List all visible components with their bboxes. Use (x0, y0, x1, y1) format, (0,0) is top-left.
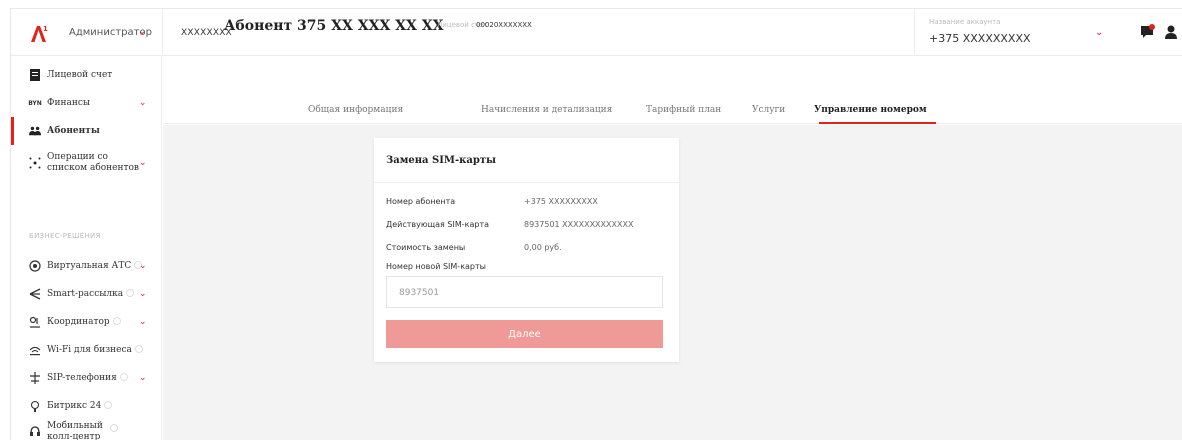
document-icon (29, 69, 41, 81)
svg-text:1: 1 (43, 25, 48, 33)
account-select-value: +375 XXXXXXXXX (929, 32, 1031, 45)
sidebar-item-label: SIP-телефония (47, 373, 128, 384)
info-icon[interactable] (126, 289, 135, 297)
account-select[interactable]: Название аккаунта +375 XXXXXXXXX ⌄ (914, 9, 1124, 56)
coordinator-icon (29, 316, 41, 328)
sidebar-item-coordinator[interactable]: Координатор ⌄ (11, 308, 162, 336)
info-icon[interactable] (134, 345, 143, 353)
sidebar-item-subscribers[interactable]: Абоненты (11, 117, 162, 145)
sidebar-item-label: Финансы (47, 97, 91, 108)
chevron-down-icon[interactable]: ⌄ (138, 26, 146, 37)
wifi-icon (29, 344, 41, 356)
sidebar: Лицевой счет BYN Финансы ⌄ Абоненты Опер… (11, 56, 162, 440)
new-sim-input-value: 8937501 (399, 288, 440, 298)
divider (374, 182, 679, 183)
operations-icon (29, 157, 41, 169)
sidebar-item-virtual-pbx[interactable]: Виртуальная АТС ⌄ (11, 252, 162, 280)
sidebar-item-label: Битрикс 24 (47, 400, 113, 412)
sidebar-item-text: Координатор (47, 316, 110, 327)
chat-icon[interactable] (1138, 23, 1156, 41)
chevron-down-icon[interactable]: ⌄ (1095, 27, 1103, 38)
sidebar-item-text: Виртуальная АТС (47, 260, 132, 271)
chevron-down-icon[interactable]: ⌄ (139, 261, 147, 271)
sidebar-item-bitrix[interactable]: Битрикс 24 (11, 392, 162, 420)
tab-number-management[interactable]: Управление номером (814, 105, 927, 115)
chevron-down-icon[interactable]: ⌄ (139, 98, 147, 108)
section-title: БИЗНЕС-РЕШЕНИЯ (29, 232, 101, 240)
byn-icon: BYN (28, 99, 42, 107)
sidebar-item-operations[interactable]: Операции со списком абонентов ⌄ (11, 147, 162, 179)
chevron-down-icon[interactable]: ⌄ (139, 289, 147, 299)
sidebar-item-label: Wi-Fi для бизнеса (47, 345, 143, 356)
personal-account-value: 00020XXXXXXX (476, 21, 532, 29)
active-tab-underline (819, 122, 936, 124)
broadcast-icon (29, 288, 41, 300)
sip-icon (29, 372, 41, 384)
sidebar-item-label: Абоненты (47, 125, 100, 136)
sidebar-item-label: Smart-рассылка (47, 288, 135, 300)
account-select-label: Название аккаунта (929, 18, 1001, 26)
a1-logo[interactable]: 1 (29, 24, 49, 44)
info-icon[interactable] (112, 317, 121, 325)
row-value: 0,00 руб. (524, 243, 562, 252)
row-value: 8937501 XXXXXXXXXXXXX (524, 220, 634, 229)
sim-replacement-card: Замена SIM-карты Номер абонента +375 XXX… (374, 138, 679, 362)
sidebar-item-callcenter[interactable]: Мобильный колл-центр (11, 418, 162, 440)
new-sim-input[interactable]: 8937501 (386, 276, 663, 308)
sidebar-item-text: Wi-Fi для бизнеса (47, 344, 132, 355)
row-value: +375 XXXXXXXXX (524, 197, 598, 206)
sidebar-item-wifi[interactable]: Wi-Fi для бизнеса (11, 336, 162, 364)
page-title: Абонент 375 XX XXX XX XX (224, 18, 444, 34)
users-icon (29, 125, 41, 137)
tab-services[interactable]: Услуги (752, 105, 785, 115)
chevron-down-icon[interactable]: ⌄ (139, 158, 147, 168)
sidebar-item-sip[interactable]: SIP-телефония ⌄ (11, 364, 162, 392)
tab-tariff-plan[interactable]: Тарифный план (646, 105, 721, 115)
tab-general-info[interactable]: Общая информация (308, 105, 403, 115)
sidebar-item-label: Операции со списком абонентов (47, 152, 139, 173)
sidebar-item-text: SIP-телефония (47, 372, 117, 383)
divider (162, 9, 163, 56)
bitrix-icon (29, 400, 41, 412)
callcenter-icon (29, 426, 41, 438)
sidebar-item-account[interactable]: Лицевой счет (11, 61, 162, 89)
tab-charges[interactable]: Начисления и детализация (481, 105, 612, 115)
phone-station-icon (29, 260, 41, 272)
row-label: Действующая SIM-карта (386, 220, 490, 229)
header: 1 Администратор ⌄ XXXXXXXX Название акка… (11, 9, 1182, 56)
chevron-down-icon[interactable]: ⌄ (139, 317, 147, 327)
info-icon[interactable] (104, 401, 113, 409)
sidebar-item-label: Координатор (47, 317, 121, 328)
info-icon[interactable] (119, 373, 128, 381)
info-icon[interactable] (110, 424, 118, 432)
app-frame: 1 Администратор ⌄ XXXXXXXX Название акка… (10, 8, 1182, 440)
sidebar-item-finance[interactable]: BYN Финансы ⌄ (11, 89, 162, 117)
sidebar-item-text: Smart-рассылка (47, 288, 124, 299)
sidebar-item-label: Лицевой счет (47, 69, 113, 80)
card-title: Замена SIM-карты (386, 155, 497, 166)
next-button[interactable]: Далее (386, 320, 663, 348)
sidebar-item-smart-broadcast[interactable]: Smart-рассылка ⌄ (11, 280, 162, 308)
row-label: Номер абонента (386, 197, 456, 206)
row-label: Стоимость замены (386, 243, 466, 252)
sidebar-item-text: Битрикс 24 (47, 400, 102, 411)
sidebar-item-label: Виртуальная АТС (47, 260, 143, 272)
chevron-down-icon[interactable]: ⌄ (139, 373, 147, 383)
new-sim-label: Номер новой SIM-карты (386, 262, 486, 271)
user-icon[interactable] (1162, 23, 1180, 41)
sidebar-item-label: Мобильный колл-центр (47, 421, 103, 440)
